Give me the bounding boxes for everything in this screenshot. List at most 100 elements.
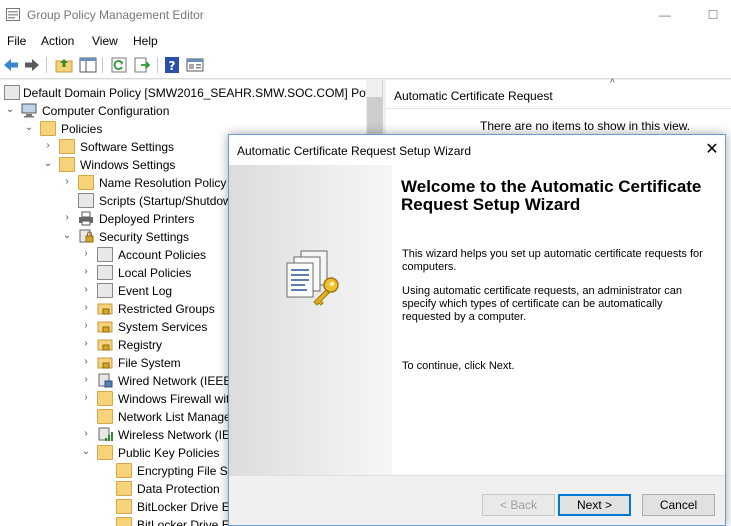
collapsed-chevron-icon[interactable]: › bbox=[81, 284, 91, 296]
column-header[interactable]: Automatic Certificate Request bbox=[394, 89, 553, 103]
forward-icon[interactable] bbox=[23, 56, 41, 74]
collapsed-chevron-icon[interactable]: › bbox=[62, 212, 72, 224]
toolbar-separator bbox=[157, 57, 158, 73]
collapsed-chevron-icon[interactable]: › bbox=[81, 248, 91, 260]
folder-icon bbox=[59, 157, 75, 172]
tree-item-label: Software Settings bbox=[80, 140, 175, 154]
help-icon[interactable]: ? bbox=[163, 56, 181, 74]
collapsed-chevron-icon[interactable]: › bbox=[81, 356, 91, 368]
tree-item-label: Computer Configuration bbox=[42, 104, 170, 118]
collapsed-chevron-icon[interactable]: › bbox=[81, 302, 91, 314]
locked-folder-icon bbox=[97, 339, 113, 351]
collapsed-chevron-icon[interactable]: › bbox=[81, 374, 91, 386]
collapsed-chevron-icon[interactable]: › bbox=[43, 140, 53, 152]
wizard-description-text: Using automatic certificate requests, an… bbox=[402, 285, 683, 323]
expanded-chevron-icon[interactable]: ⌄ bbox=[5, 104, 15, 116]
wizard-heading: Welcome to the Automatic Certificate Req… bbox=[401, 177, 702, 214]
tree-item-label: Data Protection bbox=[137, 482, 220, 496]
wizard-sidebar bbox=[229, 165, 392, 475]
toolbar: ? bbox=[0, 52, 731, 79]
policy-icon bbox=[97, 283, 113, 298]
folder-icon bbox=[97, 445, 113, 460]
tree-item-label: File System bbox=[118, 356, 181, 370]
properties-icon[interactable] bbox=[186, 56, 204, 74]
menu-bar: File Action View Help bbox=[0, 30, 731, 52]
policy-icon bbox=[97, 265, 113, 280]
collapsed-chevron-icon[interactable]: › bbox=[81, 266, 91, 278]
cancel-button[interactable]: Cancel bbox=[642, 494, 715, 516]
gpo-editor-app-icon bbox=[6, 8, 20, 21]
folder-icon bbox=[116, 517, 132, 526]
printer-icon bbox=[79, 211, 93, 226]
tree-item-label: Public Key Policies bbox=[118, 446, 220, 460]
computer-icon bbox=[21, 103, 37, 118]
tree-item-label: Local Policies bbox=[118, 266, 192, 280]
minimize-button[interactable]: — bbox=[655, 5, 675, 25]
collapsed-chevron-icon[interactable]: › bbox=[81, 320, 91, 332]
tree-item-label: System Services bbox=[118, 320, 208, 334]
menu-action[interactable]: Action bbox=[41, 34, 74, 48]
folder-icon bbox=[78, 175, 94, 190]
show-hide-tree-icon[interactable] bbox=[79, 56, 97, 74]
locked-folder-icon bbox=[97, 357, 113, 369]
scripts-icon bbox=[78, 193, 94, 208]
expanded-chevron-icon[interactable]: ⌄ bbox=[81, 446, 91, 458]
refresh-icon[interactable] bbox=[110, 56, 128, 74]
sort-arrow-icon: ^ bbox=[610, 78, 615, 89]
certificate-key-icon bbox=[286, 250, 339, 306]
up-folder-icon[interactable] bbox=[55, 56, 73, 74]
security-icon bbox=[79, 229, 94, 243]
toolbar-separator bbox=[46, 57, 47, 73]
tree-item-label: Registry bbox=[118, 338, 163, 352]
menu-help[interactable]: Help bbox=[133, 34, 158, 48]
header-divider bbox=[386, 108, 731, 109]
window-title: Group Policy Management Editor bbox=[27, 8, 204, 22]
tree-item-label: Name Resolution Policy bbox=[99, 176, 227, 190]
tree-item-label: Account Policies bbox=[118, 248, 207, 262]
locked-folder-icon bbox=[97, 321, 113, 333]
collapsed-chevron-icon[interactable]: › bbox=[81, 392, 91, 404]
tree-item-label: Scripts (Startup/Shutdown) bbox=[99, 194, 243, 208]
wizard-title: Automatic Certificate Request Setup Wiza… bbox=[237, 144, 472, 158]
maximize-button[interactable]: ☐ bbox=[703, 5, 723, 25]
tree-item-computer-configuration[interactable]: ⌄ Computer Configuration bbox=[0, 102, 366, 120]
wireless-policy-icon bbox=[98, 427, 113, 441]
toolbar-separator bbox=[102, 57, 103, 73]
tree-item-label: Event Log bbox=[118, 284, 173, 298]
next-button[interactable]: Next > bbox=[558, 494, 631, 516]
export-list-icon[interactable] bbox=[133, 56, 151, 74]
certificate-request-wizard-dialog: Automatic Certificate Request Setup Wiza… bbox=[228, 134, 726, 526]
network-policy-icon bbox=[98, 373, 113, 388]
folder-icon bbox=[116, 463, 132, 478]
tree-item-default-domain-policy[interactable]: Default Domain Policy [SMW2016_SEAHR.SMW… bbox=[0, 84, 382, 102]
collapsed-chevron-icon[interactable]: › bbox=[81, 428, 91, 440]
tree-item-label: Security Settings bbox=[99, 230, 190, 244]
collapsed-chevron-icon[interactable]: › bbox=[62, 176, 72, 188]
folder-icon bbox=[116, 481, 132, 496]
folder-icon bbox=[59, 139, 75, 154]
folder-icon bbox=[40, 121, 56, 136]
menu-view[interactable]: View bbox=[92, 34, 118, 48]
wizard-intro-text: This wizard helps you set up automatic c… bbox=[402, 248, 703, 273]
locked-folder-icon bbox=[97, 303, 113, 315]
back-button[interactable]: < Back bbox=[482, 494, 555, 516]
folder-icon bbox=[97, 391, 113, 406]
tree-item-label: Windows Settings bbox=[80, 158, 176, 172]
expanded-chevron-icon[interactable]: ⌄ bbox=[43, 158, 53, 170]
wizard-button-bar: < Back Next > Cancel bbox=[229, 475, 725, 525]
expanded-chevron-icon[interactable]: ⌄ bbox=[24, 122, 34, 134]
svg-text:?: ? bbox=[169, 59, 176, 73]
collapsed-chevron-icon[interactable]: › bbox=[81, 338, 91, 350]
policy-icon bbox=[4, 85, 20, 100]
close-button[interactable]: ✕ bbox=[702, 140, 722, 160]
folder-icon bbox=[116, 499, 132, 514]
back-icon[interactable] bbox=[2, 56, 20, 74]
title-bar: Group Policy Management Editor — ☐ bbox=[0, 0, 731, 30]
tree-item-label: Deployed Printers bbox=[99, 212, 195, 226]
menu-file[interactable]: File bbox=[7, 34, 26, 48]
expanded-chevron-icon[interactable]: ⌄ bbox=[62, 230, 72, 242]
folder-icon bbox=[97, 409, 113, 424]
empty-view-message: There are no items to show in this view. bbox=[480, 119, 691, 133]
policy-icon bbox=[97, 247, 113, 262]
tree-item-label: Default Domain Policy [SMW2016_SEAHR.SMW… bbox=[23, 86, 383, 100]
